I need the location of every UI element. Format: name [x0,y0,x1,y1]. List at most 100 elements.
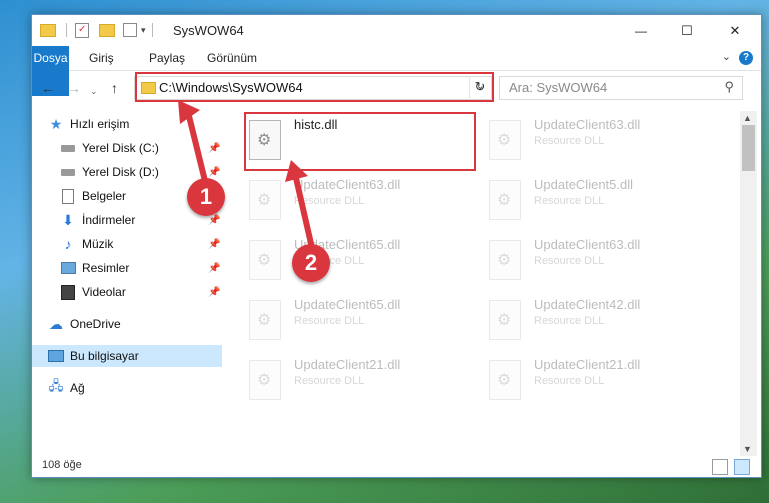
file-item[interactable]: ⚙ UpdateClient65.dll Resource DLL [244,235,474,285]
folder-icon [40,23,56,37]
dll-file-icon: ⚙ [249,180,281,220]
dll-file-icon: ⚙ [249,300,281,340]
sidebar-item-pictures[interactable]: Resimler [60,257,129,279]
dll-file-icon: ⚙ [489,180,521,220]
details-view-icon[interactable] [712,459,728,475]
dll-file-icon: ⚙ [489,360,521,400]
file-description: Resource DLL [534,315,605,327]
status-bar: 108 öğe [32,456,761,477]
file-description: Resource DLL [534,135,605,147]
close-button[interactable]: ✕ [712,15,758,46]
explorer-window: ✓ ▾ SysWOW64 — ☐ ✕ Dosya Giriş Paylaş Gö… [31,14,762,478]
large-icons-view-icon[interactable] [734,459,750,475]
file-item[interactable]: ⚙ UpdateClient21.dll Resource DLL [484,355,714,405]
file-description: Resource DLL [294,375,365,387]
dll-file-icon: ⚙ [249,240,281,280]
file-item[interactable]: ⚙ UpdateClient21.dll Resource DLL [244,355,474,405]
sidebar-item-network[interactable]: 🖧 Ağ [48,377,85,399]
quick-access-toolbar: ✓ ▾ [40,22,153,38]
scroll-up-icon[interactable]: ▲ [743,113,752,123]
file-item[interactable]: ⚙ UpdateClient63.dll Resource DLL [484,235,714,285]
recent-locations-icon[interactable]: ⌄ [90,83,98,99]
title-bar: ✓ ▾ SysWOW64 — ☐ ✕ [32,15,761,46]
file-item[interactable]: ⚙ UpdateClient5.dll Resource DLL [484,175,714,225]
dll-file-icon: ⚙ [489,300,521,340]
file-description: Resource DLL [534,255,605,267]
gear-icon: ⚙ [497,252,512,269]
maximize-icon: ☐ [681,22,693,38]
file-name: UpdateClient42.dll [534,297,641,312]
sidebar-item-label: Ağ [70,381,85,395]
separator [66,23,67,37]
vertical-scrollbar[interactable]: ▲ ▼ [740,111,757,456]
file-name: UpdateClient21.dll [534,357,641,372]
gear-icon: ⚙ [257,372,272,389]
scrollbar-thumb[interactable] [742,125,755,171]
sidebar-item-label: Resimler [82,261,130,275]
properties-icon[interactable]: ✓ [75,22,89,38]
pin-icon: 📌 [208,263,221,274]
sidebar-item-label: Belgeler [82,189,127,203]
sidebar-item-label: Hızlı erişim [70,117,130,131]
sidebar-item-label: Bu bilgisayar [70,349,139,363]
customize-toolbar-icon[interactable] [123,23,137,37]
sidebar-item-onedrive[interactable]: ☁ OneDrive [48,313,121,335]
new-folder-icon[interactable] [99,23,115,37]
sidebar-item-quick-access[interactable]: ★ Hızlı erişim [48,113,130,135]
forward-arrow-icon[interactable]: → [67,80,81,96]
up-arrow-icon[interactable]: ↑ [111,80,118,96]
file-description: Resource DLL [534,195,605,207]
back-arrow-icon[interactable]: ← [41,80,55,96]
network-icon: 🖧 [48,378,64,393]
sidebar-item-videos[interactable]: Videolar [60,281,126,303]
pin-icon: 📌 [208,167,221,178]
search-icon: ⚲ [724,79,734,94]
dll-file-icon: ⚙ [249,360,281,400]
sidebar-item-label: Yerel Disk (C:) [82,141,159,155]
sidebar-item-label: Videolar [82,285,126,299]
file-name: UpdateClient63.dll [534,237,641,252]
file-item[interactable]: ⚙ UpdateClient63.dll Resource DLL [244,175,474,225]
picture-icon [60,260,76,276]
search-placeholder: Ara: SysWOW64 [509,80,608,95]
file-item[interactable]: ⚙ UpdateClient65.dll Resource DLL [244,295,474,345]
cloud-icon: ☁ [49,315,63,332]
scroll-down-icon[interactable]: ▼ [743,444,752,454]
file-item[interactable]: ⚙ UpdateClient63.dll Resource DLL [484,115,714,165]
gear-icon: ⚙ [497,312,512,329]
navigation-pane: ★ Hızlı erişim Yerel Disk (C:) 📌 Yerel D… [32,111,224,456]
minimize-button[interactable]: — [618,15,664,46]
file-name: UpdateClient63.dll [294,177,401,192]
tab-home[interactable]: Giriş [89,46,114,70]
file-name: UpdateClient5.dll [534,177,634,192]
sidebar-item-drive-c[interactable]: Yerel Disk (C:) [60,137,159,159]
document-icon [60,188,76,204]
file-description: Resource DLL [294,315,365,327]
file-description: Resource DLL [534,375,605,387]
tab-view[interactable]: Görünüm [207,46,257,70]
step-2-badge: 2 [292,244,330,282]
search-input[interactable]: Ara: SysWOW64 ⚲ [499,76,743,100]
pin-icon: 📌 [208,287,221,298]
sidebar-item-this-pc[interactable]: Bu bilgisayar [32,345,222,367]
sidebar-item-music[interactable]: ♪ Müzik [60,233,114,255]
separator [151,23,153,37]
download-icon: ⬇ [62,211,74,228]
video-icon [60,284,76,300]
help-icon[interactable]: ? [739,51,753,65]
maximize-button[interactable]: ☐ [664,15,710,46]
sidebar-item-drive-d[interactable]: Yerel Disk (D:) [60,161,159,183]
file-highlight [244,112,476,171]
sidebar-item-label: İndirmeler [82,213,136,227]
close-icon: ✕ [729,22,741,38]
sidebar-item-downloads[interactable]: ⬇ İndirmeler [60,209,135,231]
chevron-down-icon[interactable]: ⌄ [722,50,731,63]
file-item[interactable]: ⚙ UpdateClient42.dll Resource DLL [484,295,714,345]
chevron-down-icon[interactable]: ▾ [141,25,146,36]
sidebar-item-documents[interactable]: Belgeler [60,185,126,207]
item-count: 108 öğe [42,459,82,471]
address-bar-highlight [135,72,494,102]
tab-share[interactable]: Paylaş [149,46,185,70]
star-icon: ★ [49,115,63,132]
gear-icon: ⚙ [497,132,512,149]
